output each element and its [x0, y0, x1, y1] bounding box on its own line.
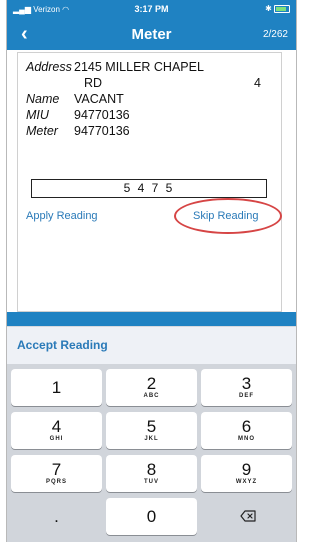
keyboard-accessory-bar: Accept Reading [7, 326, 296, 365]
key-decimal[interactable]: . [11, 498, 102, 535]
key-2[interactable]: 2 ABC [106, 369, 197, 406]
key-8[interactable]: 8 TUV [106, 455, 197, 492]
meter-label: Meter [26, 124, 58, 138]
key-4[interactable]: 4 GHI [11, 412, 102, 449]
address-line2: RD [84, 76, 103, 90]
phone-screen: ▂▄▆ Verizon ◠ 3:17 PM ✱ ‹ Meter 2/262 Ad… [0, 0, 306, 542]
miu-value: 94770136 [74, 108, 130, 122]
apply-reading-button[interactable]: Apply Reading [26, 210, 98, 222]
status-bar: ▂▄▆ Verizon ◠ 3:17 PM ✱ [7, 0, 296, 20]
miu-label: MIU [26, 108, 49, 122]
meter-value: 94770136 [74, 124, 130, 138]
backspace-key[interactable] [201, 498, 292, 535]
page-title: Meter [131, 26, 172, 43]
nav-bar: ‹ Meter 2/262 [7, 20, 296, 50]
app-frame: ▂▄▆ Verizon ◠ 3:17 PM ✱ ‹ Meter 2/262 Ad… [6, 0, 297, 542]
bluetooth-icon: ✱ [265, 4, 272, 13]
key-7[interactable]: 7 PQRS [11, 455, 102, 492]
skip-reading-button[interactable]: Skip Reading [193, 210, 258, 222]
accept-reading-button[interactable]: Accept Reading [17, 338, 108, 352]
backspace-icon [240, 510, 256, 522]
address-row-2: RD 4 [26, 75, 261, 91]
address-row: Address 2145 MILLER CHAPEL [26, 59, 204, 75]
meter-card: Address 2145 MILLER CHAPEL RD 4 Name VACA… [17, 52, 282, 312]
name-row: Name VACANT [26, 91, 204, 107]
status-right: ✱ [265, 4, 290, 13]
meter-row: Meter 94770136 [26, 123, 204, 139]
address-line1: 2145 MILLER CHAPEL [74, 60, 204, 74]
reading-input[interactable]: 5 4 7 5 [31, 179, 267, 198]
name-label: Name [26, 92, 60, 106]
key-0[interactable]: 0 [106, 498, 197, 535]
address-unit: 4 [254, 76, 261, 90]
numeric-keypad: 1 2 ABC 3 DEF 4 GHI 5 JKL 6 MNO 7 PQRS 8… [7, 364, 296, 542]
key-5[interactable]: 5 JKL [106, 412, 197, 449]
battery-icon [274, 4, 290, 13]
key-9[interactable]: 9 WXYZ [201, 455, 292, 492]
key-1[interactable]: 1 [11, 369, 102, 406]
name-value: VACANT [74, 92, 124, 106]
record-counter: 2/262 [262, 29, 288, 40]
address-label: Address [26, 60, 72, 74]
miu-row: MIU 94770136 [26, 107, 204, 123]
meter-info: Address 2145 MILLER CHAPEL RD 4 Name VACA… [26, 59, 261, 139]
header-band [7, 312, 296, 326]
status-time: 3:17 PM [134, 4, 169, 14]
key-3[interactable]: 3 DEF [201, 369, 292, 406]
key-6[interactable]: 6 MNO [201, 412, 292, 449]
